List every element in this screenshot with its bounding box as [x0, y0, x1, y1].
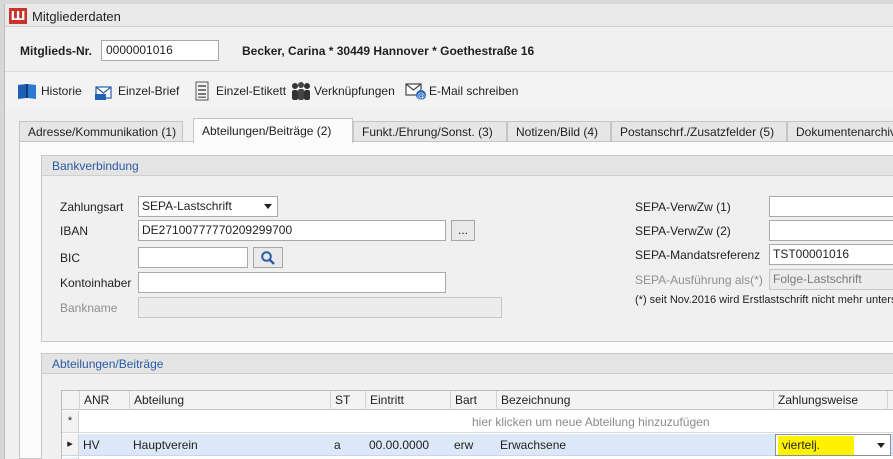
- col-eintritt[interactable]: Eintritt: [365, 391, 450, 410]
- mandatsreferenz-field[interactable]: TST00001016: [769, 244, 893, 265]
- tab-notizen[interactable]: Notizen/Bild (4): [507, 121, 611, 142]
- abteilungen-table: ANR Abteilung ST Eintritt Bart Bezeichnu…: [61, 390, 893, 459]
- cell-bezeichnung[interactable]: Erwachsene: [496, 434, 773, 456]
- table-header: ANR Abteilung ST Eintritt Bart Bezeichnu…: [62, 391, 893, 410]
- verwzw2-label: SEPA-VerwZw (2): [635, 224, 731, 238]
- cell-bart[interactable]: erw: [450, 434, 496, 456]
- einzel-etikett-label: Einzel-Etikett: [216, 84, 287, 98]
- col-abteilung[interactable]: Abteilung: [129, 391, 330, 410]
- ausfuehrung-label: SEPA-Ausführung als(*): [635, 273, 763, 287]
- historie-label: Historie: [41, 84, 82, 98]
- abteilungen-title: Abteilungen/Beiträge: [42, 354, 893, 374]
- tab-panel-abteilungen: Bankverbindung Zahlungsart SEPA-Lastschr…: [19, 141, 893, 459]
- col-st[interactable]: ST: [330, 391, 365, 410]
- abteilungen-group: Abteilungen/Beiträge ANR Abteilung ST Ei…: [41, 353, 893, 459]
- verknuepfungen-label: Verknüpfungen: [314, 84, 395, 98]
- verknuepfungen-button[interactable]: Verknüpfungen: [290, 80, 395, 102]
- member-nr-field[interactable]: 0000001016: [101, 40, 219, 61]
- sepa-note: (*) seit Nov.2016 wird Erstlastschrift n…: [635, 294, 893, 306]
- email-schreiben-button[interactable]: @ E-Mail schreiben: [405, 80, 518, 102]
- verwzw1-field[interactable]: [769, 196, 893, 217]
- tab-adresse[interactable]: Adresse/Kommunikation (1): [19, 121, 183, 142]
- zahlungsart-label: Zahlungsart: [60, 200, 124, 214]
- new-row-marker: *: [62, 411, 79, 432]
- col-bezeichnung[interactable]: Bezeichnung: [496, 391, 773, 410]
- member-summary: Becker, Carina * 30449 Hannover * Goethe…: [242, 44, 535, 58]
- iban-label: IBAN: [60, 224, 89, 238]
- title-bar: Ш Mitgliederdaten: [5, 4, 893, 27]
- kontoinhaber-label: Kontoinhaber: [60, 276, 132, 290]
- bankname-label: Bankname: [60, 301, 118, 315]
- tab-abteilungen[interactable]: Abteilungen/Beiträge (2): [193, 118, 353, 143]
- einzel-brief-button[interactable]: Einzel-Brief: [94, 80, 179, 102]
- tab-funktionen[interactable]: Funkt./Ehrung/Sonst. (3): [353, 121, 507, 142]
- zahlungsweise-select[interactable]: viertelj.: [775, 434, 891, 456]
- zahlungsweise-value: viertelj.: [778, 436, 854, 455]
- header-row-selector: [62, 391, 79, 410]
- tab-postanschrift[interactable]: Postanschrf./Zusatzfelder (5): [611, 121, 787, 142]
- cell-st[interactable]: a: [330, 434, 365, 456]
- row-pointer-icon: ▸: [62, 434, 79, 455]
- member-window: Ш Mitgliederdaten Mitglieds-Nr. 00000010…: [4, 4, 893, 459]
- email-schreiben-label: E-Mail schreiben: [429, 84, 519, 98]
- iban-field[interactable]: DE27100777770209299700: [138, 220, 446, 241]
- member-header: Mitglieds-Nr. 0000001016 Becker, Carina …: [5, 28, 893, 72]
- tab-strip: Adresse/Kommunikation (1) Abteilungen/Be…: [19, 118, 893, 143]
- svg-text:@: @: [417, 91, 425, 100]
- cell-anr[interactable]: HV: [79, 434, 129, 456]
- cell-abteilung[interactable]: Hauptverein: [129, 434, 330, 456]
- table-row[interactable]: ▸ HV Hauptverein a 00.00.0000 erw Erwach…: [62, 434, 893, 456]
- bic-field[interactable]: [138, 247, 248, 268]
- label-icon: [192, 81, 212, 101]
- search-icon: [260, 251, 276, 269]
- app-logo-icon: Ш: [9, 8, 27, 24]
- mandatsreferenz-label: SEPA-Mandatsreferenz: [635, 248, 761, 262]
- bankverbindung-group: Bankverbindung Zahlungsart SEPA-Lastschr…: [41, 155, 893, 342]
- zahlungsart-value: SEPA-Lastschrift: [142, 199, 232, 213]
- people-icon: [290, 81, 310, 101]
- col-bart[interactable]: Bart: [450, 391, 496, 410]
- bankname-field: [138, 297, 502, 318]
- bic-label: BIC: [60, 251, 81, 265]
- verwzw1-label: SEPA-VerwZw (1): [635, 200, 731, 214]
- iban-lookup-button[interactable]: ...: [451, 220, 475, 241]
- zahlungsart-select[interactable]: SEPA-Lastschrift: [138, 196, 278, 217]
- letter-icon: [94, 81, 114, 101]
- ausfuehrung-field: Folge-Lastschrift: [769, 269, 893, 290]
- historie-button[interactable]: Historie: [17, 80, 82, 102]
- toolbar: Historie Einzel-Brief Einzel-Etikett Ver…: [5, 73, 893, 107]
- col-anr[interactable]: ANR: [79, 391, 129, 410]
- col-zahlungsweise[interactable]: Zahlungsweise: [773, 391, 887, 410]
- bic-search-button[interactable]: [253, 247, 283, 268]
- col-extra: [887, 391, 893, 410]
- member-nr-label: Mitglieds-Nr.: [20, 44, 93, 58]
- new-row[interactable]: * hier klicken um neue Abteilung hinzuzu…: [62, 411, 893, 433]
- email-icon: @: [405, 81, 426, 101]
- window-title: Mitgliederdaten: [32, 9, 121, 24]
- einzel-brief-label: Einzel-Brief: [118, 84, 180, 98]
- cell-eintritt[interactable]: 00.00.0000: [365, 434, 450, 456]
- kontoinhaber-field[interactable]: [138, 272, 446, 293]
- chevron-down-icon[interactable]: [264, 204, 272, 209]
- book-icon: [17, 81, 37, 101]
- verwzw2-field[interactable]: [769, 220, 893, 241]
- tab-dokumentenarchiv[interactable]: Dokumentenarchiv: [787, 121, 893, 142]
- einzel-etikett-button[interactable]: Einzel-Etikett: [192, 80, 286, 102]
- bankverbindung-title: Bankverbindung: [42, 156, 893, 176]
- new-row-hint[interactable]: hier klicken um neue Abteilung hinzuzufü…: [472, 415, 710, 429]
- chevron-down-icon[interactable]: [877, 443, 885, 448]
